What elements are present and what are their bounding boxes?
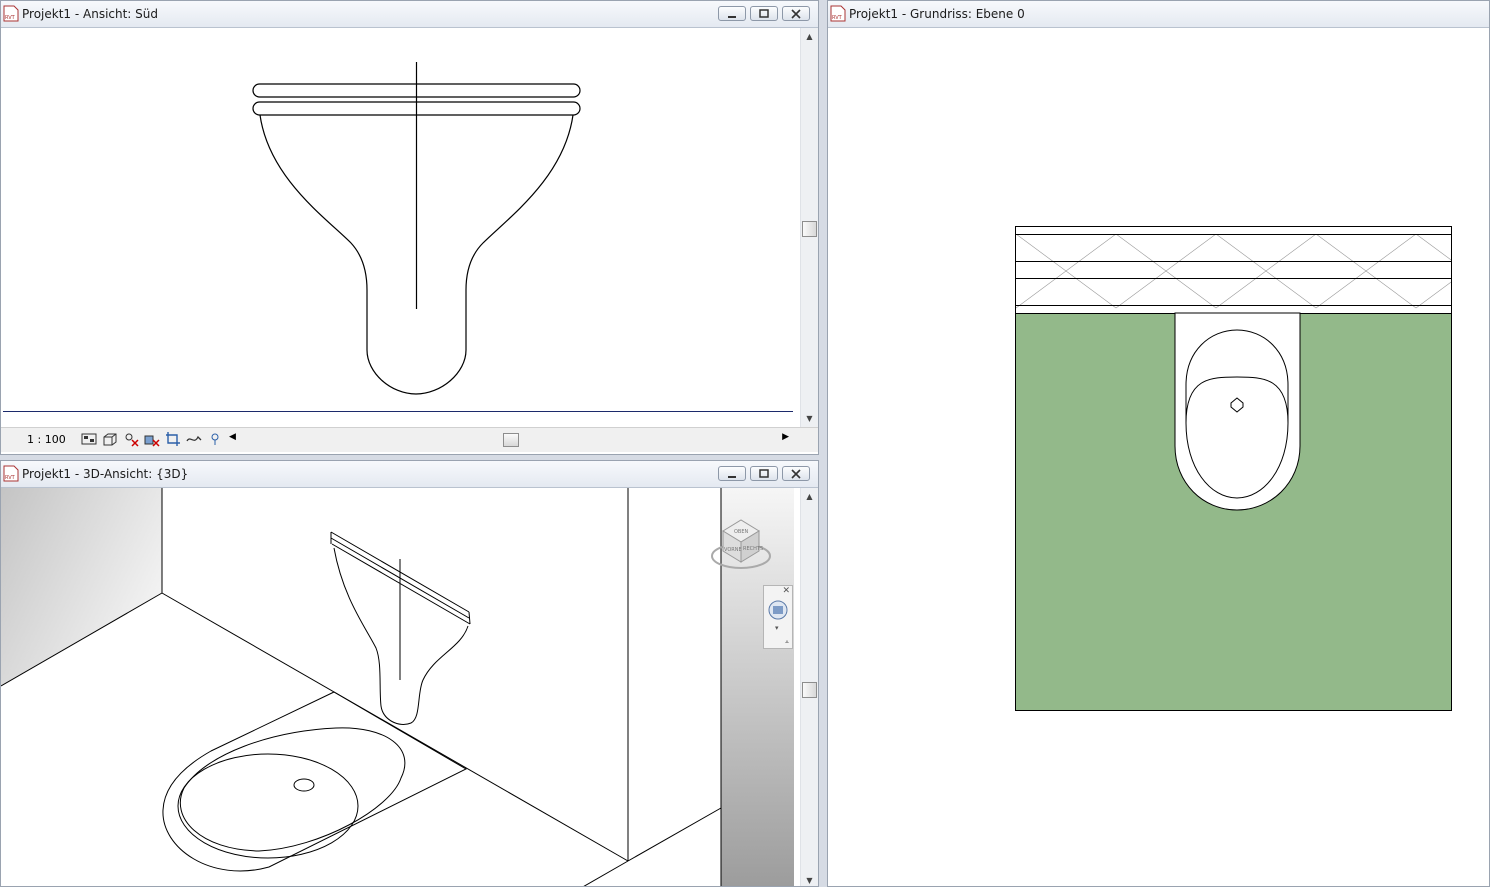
bowl-body-3d [333, 547, 469, 725]
scroll-up-arrow[interactable]: ▲ [801, 490, 818, 504]
temporary-hide-icon[interactable] [207, 431, 223, 447]
view-scale[interactable]: 1 : 100 [27, 433, 66, 446]
minimize-icon [728, 16, 736, 18]
south-view-canvas[interactable]: ▲ ▼ 1 : 100 ◀ ▶ [1, 28, 818, 454]
scroll-thumb[interactable] [802, 682, 817, 698]
revit-app-icon: RVT [3, 5, 19, 22]
maximize-button[interactable] [750, 466, 778, 481]
window-title: Projekt1 - 3D-Ansicht: {3D} [22, 467, 189, 481]
floor-mat-outline [162, 691, 468, 872]
south-elevation-drawing [3, 62, 793, 412]
svg-text:RVT: RVT [5, 475, 16, 481]
floor-plan-titlebar[interactable]: RVT Projekt1 - Grundriss: Ebene 0 [828, 1, 1489, 28]
close-icon [791, 9, 801, 19]
visual-style-icon[interactable] [102, 431, 118, 447]
show-crop-region-icon[interactable] [186, 431, 202, 447]
sun-path-off-icon[interactable] [123, 431, 139, 447]
view-control-bar: 1 : 100 ◀ ▶ [1, 427, 818, 452]
bowl-outer-3d [179, 727, 406, 852]
maximize-icon [759, 9, 769, 18]
floor-plan-canvas[interactable] [828, 28, 1489, 886]
shadows-off-icon[interactable] [144, 431, 160, 447]
maximize-button[interactable] [750, 6, 778, 21]
vertical-scrollbar[interactable]: ▲ ▼ [800, 488, 818, 886]
bowl-inner-3d [177, 753, 359, 859]
close-icon [791, 469, 801, 479]
nav-dropdown-icon[interactable]: ▾ [775, 624, 779, 632]
steering-wheel-icon[interactable] [767, 599, 789, 621]
horizontal-scrollbar[interactable]: ◀ ▶ [229, 432, 789, 447]
close-button[interactable] [782, 6, 810, 21]
revit-app-icon: RVT [830, 5, 846, 22]
minimize-icon [728, 476, 736, 478]
revit-app-icon: RVT [3, 465, 19, 482]
viewcube-right[interactable]: RECHTS [743, 546, 763, 552]
viewcube-top[interactable]: OBEN [734, 529, 749, 535]
scroll-left-arrow[interactable]: ◀ [229, 432, 236, 442]
close-button[interactable] [782, 466, 810, 481]
nav-bar-close-icon[interactable]: ✕ [782, 586, 790, 596]
svg-text:RVT: RVT [832, 15, 843, 21]
navigation-bar[interactable]: ✕ ▾ ⩡ [763, 585, 793, 649]
minimize-button[interactable] [718, 466, 746, 481]
south-view-titlebar[interactable]: RVT Projekt1 - Ansicht: Süd [1, 1, 818, 28]
3d-scene-drawing: OBEN VORNE RECHTS [1, 488, 794, 886]
view-3d-canvas[interactable]: OBEN VORNE RECHTS ✕ ▾ ⩡ ▲ ▼ [1, 488, 818, 886]
scroll-down-arrow[interactable]: ▼ [801, 412, 818, 426]
scroll-thumb[interactable] [802, 221, 817, 237]
floor-plan-window[interactable]: RVT Projekt1 - Grundriss: Ebene 0 [827, 0, 1490, 887]
svg-text:RVT: RVT [5, 15, 16, 21]
vertical-scrollbar[interactable]: ▲ ▼ [800, 28, 818, 427]
left-wall [1, 488, 162, 686]
maximize-icon [759, 469, 769, 478]
viewcube-front[interactable]: VORNE [724, 547, 742, 553]
drain-3d [293, 778, 315, 792]
floor-plan-drawing [1015, 226, 1452, 711]
scroll-up-arrow[interactable]: ▲ [801, 30, 818, 44]
view-3d-titlebar[interactable]: RVT Projekt1 - 3D-Ansicht: {3D} [1, 461, 818, 488]
window-title: Projekt1 - Grundriss: Ebene 0 [849, 7, 1025, 21]
detail-level-icon[interactable] [81, 431, 97, 447]
scroll-right-arrow[interactable]: ▶ [782, 432, 789, 442]
crop-view-icon[interactable] [165, 431, 181, 447]
seat-3d-3 [331, 543, 471, 625]
h-scroll-thumb[interactable] [503, 433, 519, 447]
view-3d-window[interactable]: RVT Projekt1 - 3D-Ansicht: {3D} OBEN VOR… [0, 460, 819, 887]
window-title: Projekt1 - Ansicht: Süd [22, 7, 159, 21]
south-view-window[interactable]: RVT Projekt1 - Ansicht: Süd ▲ ▼ 1 : 100 [0, 0, 819, 455]
nav-customize-icon[interactable]: ⩡ [785, 638, 789, 647]
scroll-down-arrow[interactable]: ▼ [801, 874, 818, 886]
minimize-button[interactable] [718, 6, 746, 21]
wall-section [1015, 226, 1452, 314]
